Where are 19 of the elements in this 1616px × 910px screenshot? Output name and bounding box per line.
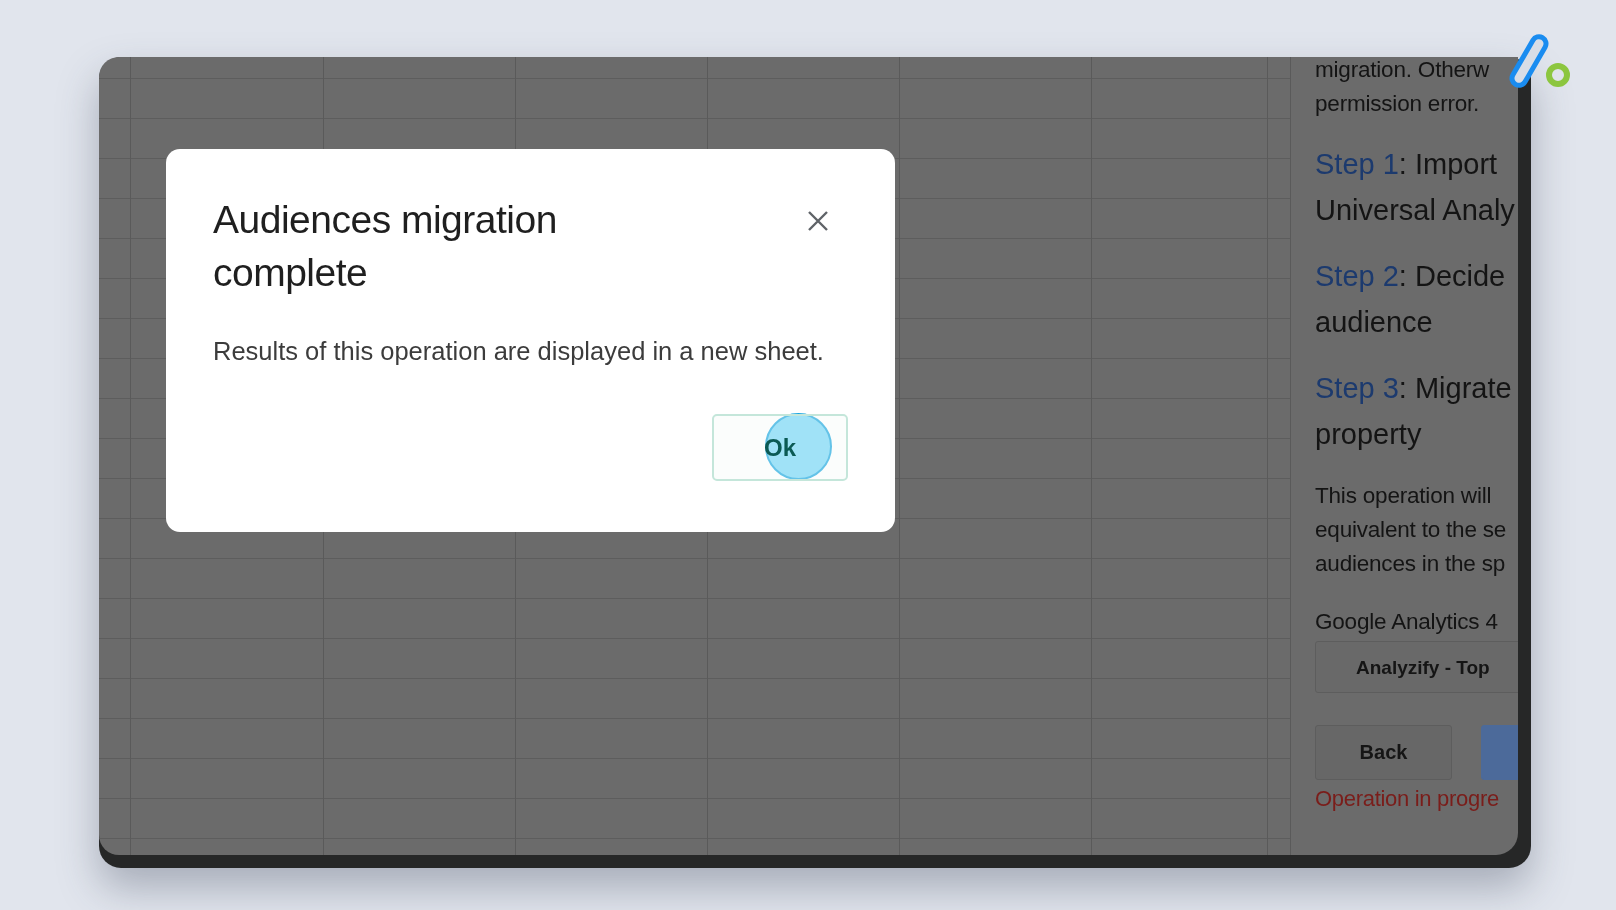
status-message: Operation in progre [1315,785,1500,813]
description-text: This operation will [1315,482,1493,510]
step-text: Step 1: Import Universal Analy [1315,147,1516,228]
step-text: Step 2: Decide audience [1315,259,1507,340]
step-text: Step 3: Migrate property [1315,371,1513,452]
close-icon[interactable] [807,210,829,232]
property-label: Google Analytics 4 [1315,608,1499,636]
step-link[interactable]: Step 2 [1315,260,1399,292]
back-button[interactable]: Back [1315,725,1452,780]
description-text: equivalent to the se [1315,516,1508,544]
description-text: audiences in the sp [1315,550,1507,578]
dialog-title: Audiences migration complete [213,197,558,296]
ok-button[interactable]: Ok [712,414,848,481]
step-link[interactable]: Step 3 [1315,372,1399,404]
property-dropdown[interactable]: Analyzify - Top [1315,641,1518,693]
panel-text: migration. Otherw [1315,57,1491,84]
dialog-message: Results of this operation are displayed in a new sheet. [213,337,825,366]
panel-text: permission error. [1315,90,1481,118]
step-link[interactable]: Step 1 [1315,148,1399,180]
